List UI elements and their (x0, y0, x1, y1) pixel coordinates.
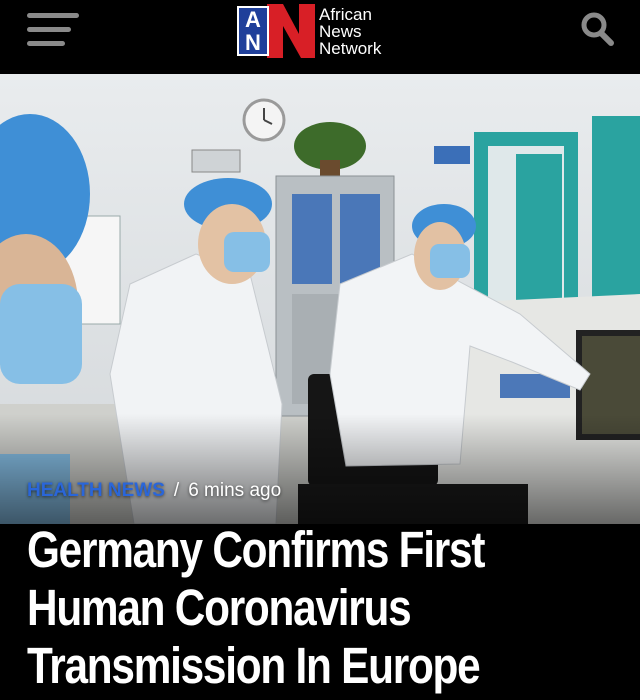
brand-name-line-1: African (319, 4, 372, 24)
article-headline[interactable]: Germany Confirms First Human Coronavirus… (27, 521, 525, 695)
brand-mark-top-letter: A (245, 7, 261, 32)
brand-logo-blue-box: A N (237, 6, 269, 56)
brand-logo[interactable]: A N African News Network (237, 4, 381, 58)
brand-name: African News Network (319, 6, 381, 57)
meta-separator: / (173, 480, 180, 501)
article-meta: HEALTH NEWS / 6 mins ago (27, 478, 281, 504)
brand-name-line-2: News (319, 21, 362, 41)
hospital-scene-illustration (0, 74, 640, 524)
hamburger-menu-icon[interactable] (27, 12, 81, 48)
published-time: 6 mins ago (188, 480, 282, 501)
app-header: A N African News Network (0, 0, 640, 74)
brand-name-line-3: Network (319, 38, 382, 58)
category-link[interactable]: HEALTH NEWS (27, 480, 165, 502)
article-hero-image[interactable] (0, 74, 640, 524)
brand-mark-bottom-letter: N (245, 30, 261, 55)
brand-logo-mark: A N (237, 4, 317, 58)
search-icon[interactable] (578, 10, 618, 48)
